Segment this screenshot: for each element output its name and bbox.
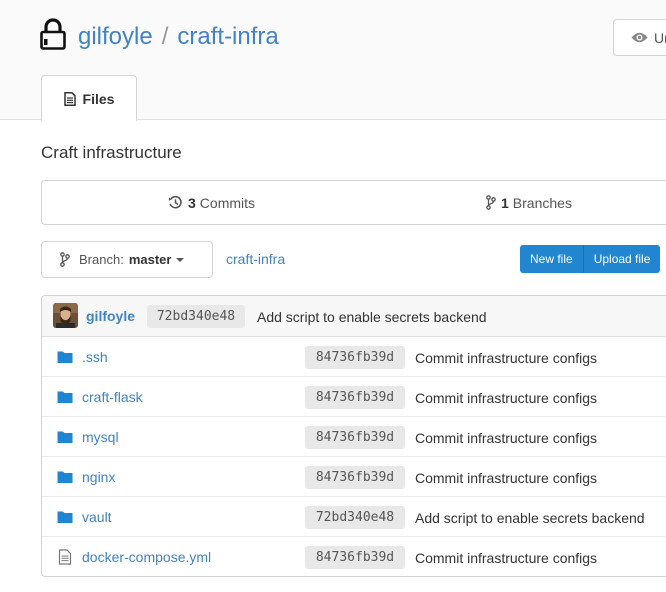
file-commit-sha[interactable]: 84736fb39d [305, 386, 405, 409]
repo-stats-bar: 3 Commits 1 Branches [41, 180, 666, 225]
folder-icon [57, 511, 73, 523]
file-row: vault 72bd340e48 Add script to enable se… [42, 497, 666, 537]
branches-stat[interactable]: 1 Branches [486, 181, 572, 224]
repo-name-link[interactable]: craft-infra [177, 23, 278, 50]
file-commit-message: Commit infrastructure configs [415, 550, 598, 566]
branch-prefix: Branch: [79, 252, 124, 267]
file-commit-message: Commit infrastructure configs [415, 350, 598, 366]
unwatch-label: Un [654, 29, 666, 46]
branch-selector[interactable]: Branch: master [41, 241, 213, 278]
branch-icon [486, 195, 496, 210]
folder-icon [57, 391, 73, 403]
avatar[interactable] [53, 303, 78, 328]
file-name-link[interactable]: craft-flask [82, 389, 143, 405]
file-name-link[interactable]: vault [82, 509, 112, 525]
file-text-icon [63, 91, 76, 106]
unwatch-button[interactable]: Un [613, 19, 666, 56]
file-row: .ssh 84736fb39d Commit infrastructure co… [42, 337, 666, 377]
latest-commit-bar: gilfoyle 72bd340e48 Add script to enable… [42, 296, 666, 337]
repo-title: gilfoyle / craft-infra [78, 22, 279, 52]
file-name-link[interactable]: nginx [82, 469, 115, 485]
commit-message: Add script to enable secrets backend [257, 309, 487, 325]
file-commit-sha[interactable]: 84736fb39d [305, 426, 405, 449]
breadcrumb-repo[interactable]: craft-infra [226, 251, 285, 267]
file-row: docker-compose.yml 84736fb39d Commit inf… [42, 537, 666, 576]
file-commit-message: Add script to enable secrets backend [415, 510, 645, 526]
folder-icon [57, 471, 73, 483]
commit-author[interactable]: gilfoyle [86, 308, 135, 324]
commits-stat[interactable]: 3 Commits [168, 181, 255, 224]
branches-label: Branches [512, 194, 572, 211]
tab-files[interactable]: Files [41, 75, 137, 121]
file-row: nginx 84736fb39d Commit infrastructure c… [42, 457, 666, 497]
file-actions: New file Upload file [520, 245, 661, 273]
file-commit-sha[interactable]: 84736fb39d [305, 466, 405, 489]
file-commit-sha[interactable]: 84736fb39d [305, 546, 405, 569]
commits-label: Commits [199, 194, 256, 211]
file-row: craft-flask 84736fb39d Commit infrastruc… [42, 377, 666, 417]
file-commit-message: Commit infrastructure configs [415, 390, 598, 406]
file-name-link[interactable]: .ssh [82, 349, 108, 365]
title-separator: / [161, 23, 169, 50]
repo-header: gilfoyle / craft-infra Un Files [0, 0, 666, 121]
file-commit-sha[interactable]: 84736fb39d [305, 346, 405, 369]
upload-file-button[interactable]: Upload file [582, 245, 661, 273]
repo-owner-link[interactable]: gilfoyle [78, 23, 153, 50]
branch-icon [60, 252, 70, 267]
repo-description: Craft infrastructure [41, 143, 182, 162]
caret-down-icon [176, 257, 185, 262]
file-commit-message: Commit infrastructure configs [415, 470, 598, 486]
new-file-button[interactable]: New file [520, 245, 583, 273]
commit-sha[interactable]: 72bd340e48 [147, 305, 245, 328]
folder-icon [57, 431, 73, 443]
file-icon [58, 549, 72, 565]
branch-name: master [128, 252, 172, 267]
file-commit-message: Commit infrastructure configs [415, 430, 598, 446]
branches-count: 1 [501, 194, 509, 211]
eye-icon [631, 32, 648, 43]
lock-icon [40, 18, 66, 50]
folder-icon [57, 351, 73, 363]
tab-files-label: Files [82, 90, 115, 107]
file-list: gilfoyle 72bd340e48 Add script to enable… [41, 295, 666, 577]
history-icon [168, 195, 182, 209]
commits-count: 3 [188, 194, 196, 211]
file-name-link[interactable]: mysql [82, 429, 119, 445]
file-row: mysql 84736fb39d Commit infrastructure c… [42, 417, 666, 457]
file-name-link[interactable]: docker-compose.yml [82, 549, 211, 565]
file-commit-sha[interactable]: 72bd340e48 [305, 506, 405, 529]
